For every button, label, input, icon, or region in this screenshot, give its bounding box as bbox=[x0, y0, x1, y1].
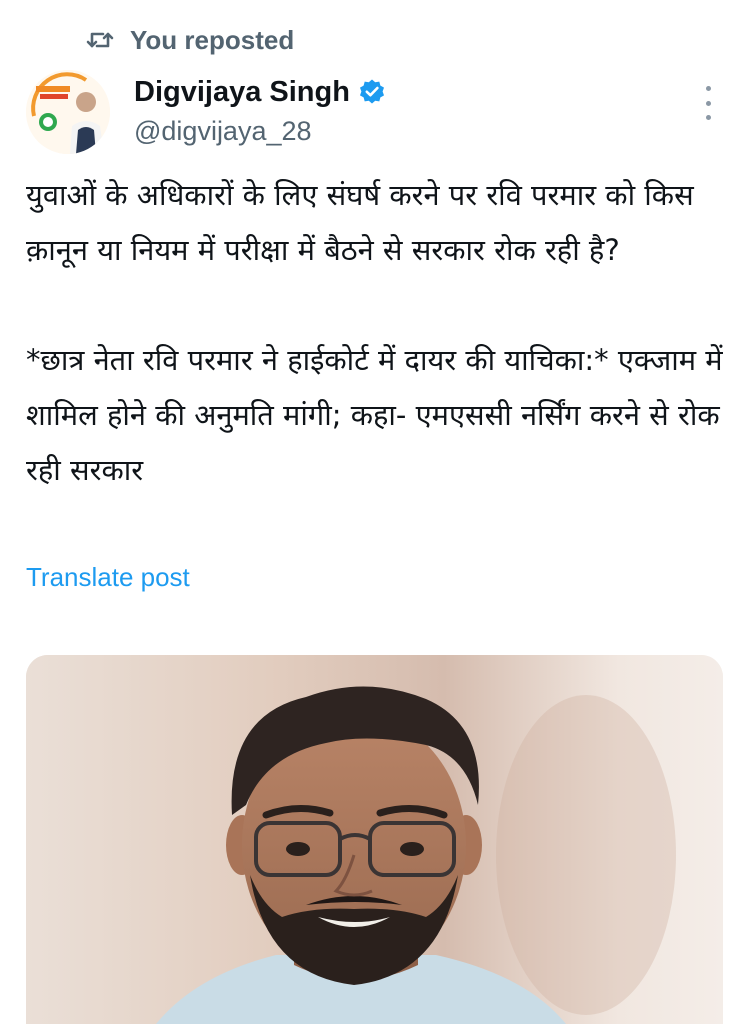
post-media-image[interactable] bbox=[26, 655, 723, 1024]
more-dot bbox=[705, 86, 711, 91]
author-name-row: Digvijaya Singh bbox=[134, 72, 386, 112]
post-paragraph: युवाओं के अधिकारों के लिए संघर्ष करने पर… bbox=[26, 178, 694, 267]
post-paragraph: *छात्र नेता रवि परमार ने हाईकोर्ट में दा… bbox=[26, 343, 723, 487]
translate-post-link[interactable]: Translate post bbox=[26, 562, 190, 593]
author-name[interactable]: Digvijaya Singh bbox=[134, 76, 350, 109]
repost-icon bbox=[86, 28, 114, 52]
verified-badge-icon bbox=[358, 78, 386, 106]
more-dot bbox=[705, 115, 711, 120]
author-block: Digvijaya Singh @digvijaya_28 bbox=[134, 72, 386, 147]
author-handle[interactable]: @digvijaya_28 bbox=[134, 116, 386, 147]
repost-indicator: You reposted bbox=[86, 20, 294, 60]
more-options-icon[interactable] bbox=[696, 86, 720, 120]
repost-label: You reposted bbox=[130, 24, 295, 55]
avatar[interactable] bbox=[26, 70, 110, 154]
more-dot bbox=[705, 100, 711, 106]
post-text: युवाओं के अधिकारों के लिए संघर्ष करने पर… bbox=[26, 168, 730, 498]
